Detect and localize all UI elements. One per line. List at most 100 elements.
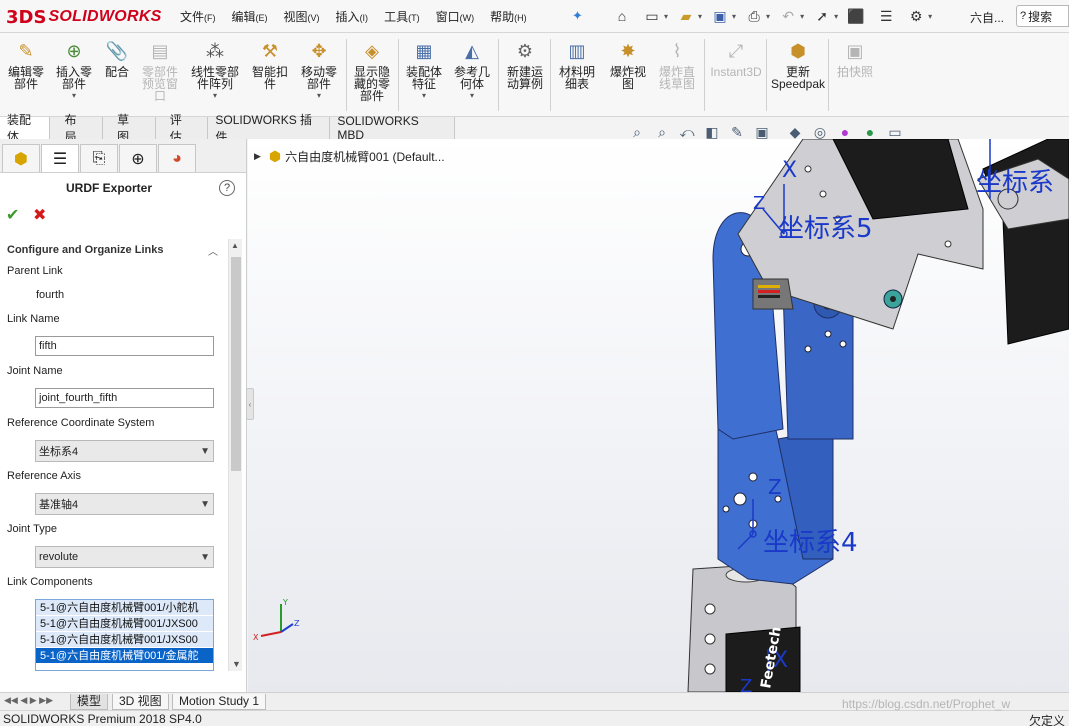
- search-input[interactable]: ? 搜索: [1016, 5, 1069, 27]
- joint-type-value: revolute: [39, 551, 79, 563]
- list-item[interactable]: 5-1@六自由度机械臂001/JXS00: [36, 616, 213, 632]
- explode-line-sketch-button[interactable]: ⌇ 爆炸直 线草图: [654, 39, 700, 115]
- zoom-to-fit-icon[interactable]: ⌕: [626, 122, 648, 142]
- mate-button[interactable]: 📎 配合: [100, 39, 134, 115]
- chevron-down-icon[interactable]: ▾: [664, 12, 668, 21]
- link-name-input[interactable]: fifth: [35, 336, 214, 356]
- save-icon[interactable]: ▣: [708, 5, 732, 27]
- pin-icon[interactable]: ✦: [572, 8, 583, 24]
- hide-show-icon[interactable]: ◎: [809, 122, 831, 142]
- tab-layout[interactable]: 布局: [50, 113, 104, 144]
- menu-view[interactable]: 视图(V): [284, 8, 320, 25]
- chevron-down-icon[interactable]: ▾: [766, 12, 770, 21]
- menu-window[interactable]: 窗口(W): [436, 8, 475, 25]
- file-properties-icon[interactable]: ☰: [874, 5, 898, 27]
- menu-edit[interactable]: 编辑(E): [232, 8, 268, 25]
- scroll-down-icon[interactable]: ▼: [232, 659, 241, 669]
- graphics-viewport[interactable]: 坐标系5 坐标系4 坐标系 X Z X Z X Z Feetech: [248, 139, 1069, 692]
- open-folder-icon[interactable]: ▰: [674, 5, 698, 27]
- section-view-icon[interactable]: ◧: [701, 122, 723, 142]
- scene-icon[interactable]: ●: [859, 122, 881, 142]
- tab-3d-views[interactable]: 3D 视图: [112, 694, 169, 710]
- update-speedpak-button[interactable]: ⬢ 更新 Speedpak: [770, 39, 826, 115]
- undo-icon[interactable]: ↶: [776, 5, 800, 27]
- dynamic-annotation-icon[interactable]: ✎: [726, 122, 748, 142]
- list-item[interactable]: 5-1@六自由度机械臂001/金属舵: [36, 648, 213, 664]
- bom-button[interactable]: ▥ 材料明 细表: [554, 39, 600, 115]
- joint-name-input[interactable]: joint_fourth_fifth: [35, 388, 214, 408]
- chevron-down-icon[interactable]: ▾: [213, 91, 217, 100]
- joint-type-select[interactable]: revolute ▼: [35, 546, 214, 568]
- tab-model[interactable]: 模型: [70, 694, 109, 710]
- smart-fastener-button[interactable]: ⚒ 智能扣 件: [248, 39, 292, 115]
- print-icon[interactable]: ⎙: [742, 5, 766, 27]
- chevron-down-icon[interactable]: ▾: [800, 12, 804, 21]
- rebuild-traffic-light-icon[interactable]: ⬛: [844, 5, 868, 27]
- property-manager-tab-icon[interactable]: ☰: [41, 144, 79, 172]
- list-item[interactable]: 5-1@六自由度机械臂001/小舵机: [36, 600, 213, 616]
- panel-scrollbar[interactable]: ▲ ▼: [228, 239, 242, 671]
- panel-collapse-handle[interactable]: ‹: [246, 388, 254, 420]
- scrollbar-thumb[interactable]: [231, 257, 241, 471]
- list-item[interactable]: 5-1@六自由度机械臂001/JXS00: [36, 632, 213, 648]
- chevron-down-icon[interactable]: ▾: [732, 12, 736, 21]
- display-style-icon[interactable]: ◆: [784, 122, 806, 142]
- ref-axis-select[interactable]: 基准轴4 ▼: [35, 493, 214, 515]
- menu-tools[interactable]: 工具(T): [384, 8, 420, 25]
- robot-arm-model[interactable]: 坐标系5 坐标系4 坐标系 X Z X Z X Z Feetech: [248, 139, 1069, 692]
- chevron-down-icon[interactable]: ▾: [928, 12, 932, 21]
- instant3d-button[interactable]: ⤢ Instant3D: [708, 39, 764, 115]
- edit-appearance-icon[interactable]: ●: [834, 122, 856, 142]
- insert-component-button[interactable]: ⊕ 插入零 部件 ▾: [52, 39, 96, 115]
- tab-solidworks-mbd[interactable]: SOLIDWORKS MBD: [330, 114, 455, 142]
- reference-geometry-button[interactable]: ◭ 参考几 何体 ▾: [450, 39, 494, 115]
- chevron-down-icon[interactable]: ▾: [698, 12, 702, 21]
- ref-axis-value: 基准轴4: [39, 499, 79, 511]
- ref-coordinate-system-select[interactable]: 坐标系4 ▼: [35, 440, 214, 462]
- feature-tree-root[interactable]: ▶ ⬢ 六自由度机械臂001 (Default...: [254, 148, 445, 165]
- ok-check-icon[interactable]: ✔: [6, 205, 19, 225]
- scroll-up-icon[interactable]: ▲: [231, 241, 239, 250]
- chevron-down-icon[interactable]: ▾: [470, 91, 474, 100]
- snapshot-button[interactable]: ▣ 拍快照: [832, 39, 878, 115]
- edit-component-button[interactable]: ✎ 编辑零 部件: [6, 39, 46, 115]
- tab-assembly[interactable]: 装配体: [0, 113, 51, 144]
- select-pointer-icon[interactable]: ➚: [810, 5, 834, 27]
- chevron-down-icon[interactable]: ▾: [72, 91, 76, 100]
- preview-window-button[interactable]: ▤ 零部件 预览窗 口: [138, 39, 182, 115]
- help-icon[interactable]: ?: [219, 180, 235, 196]
- home-icon[interactable]: ⌂: [610, 5, 634, 27]
- move-component-button[interactable]: ✥ 移动零 部件 ▾: [296, 39, 342, 115]
- previous-view-icon[interactable]: ⤺: [676, 122, 698, 142]
- configuration-manager-tab-icon[interactable]: ⎘: [80, 144, 118, 172]
- view-orientation-icon[interactable]: ▣: [751, 122, 773, 142]
- tab-evaluate[interactable]: 评估: [156, 113, 209, 144]
- chevron-down-icon[interactable]: ▾: [834, 12, 838, 21]
- chevron-up-icon[interactable]: ︿: [208, 243, 218, 258]
- feature-manager-tab-icon[interactable]: ⬢: [2, 144, 40, 172]
- view-settings-icon[interactable]: ▭: [884, 122, 906, 142]
- link-components-list[interactable]: 5-1@六自由度机械臂001/小舵机 5-1@六自由度机械臂001/JXS00 …: [35, 599, 214, 671]
- tab-nav-arrows-icon[interactable]: ◀◀ ◀ ▶ ▶▶: [4, 695, 53, 706]
- new-motion-study-button[interactable]: ⚙ 新建运 动算例: [502, 39, 548, 115]
- menu-file[interactable]: 文件(F): [180, 8, 216, 25]
- tab-sketch[interactable]: 草图: [103, 113, 156, 144]
- cancel-x-icon[interactable]: ✖: [33, 205, 46, 225]
- chevron-down-icon[interactable]: ▾: [422, 91, 426, 100]
- options-gear-icon[interactable]: ⚙: [904, 5, 928, 27]
- exploded-view-button[interactable]: ✸ 爆炸视 图: [606, 39, 650, 115]
- solidworks-logo[interactable]: 3DS SOLIDWORKS: [6, 6, 162, 28]
- expand-arrow-icon[interactable]: ▶: [254, 151, 261, 162]
- zoom-area-icon[interactable]: ⌕: [651, 122, 673, 142]
- new-document-icon[interactable]: ▭: [640, 5, 664, 27]
- assembly-feature-button[interactable]: ▦ 装配体 特征 ▾: [402, 39, 446, 115]
- linear-pattern-button[interactable]: ⁂ 线性零部 件阵列 ▾: [186, 39, 244, 115]
- menu-insert[interactable]: 插入(I): [336, 8, 369, 25]
- dimxpert-manager-tab-icon[interactable]: ⊕: [119, 144, 157, 172]
- display-manager-tab-icon[interactable]: ◕: [158, 144, 196, 172]
- tab-motion-study[interactable]: Motion Study 1: [172, 694, 267, 710]
- menu-help[interactable]: 帮助(H): [490, 8, 527, 25]
- chevron-down-icon[interactable]: ▾: [317, 91, 321, 100]
- tab-solidworks-addins[interactable]: SOLIDWORKS 插件: [208, 113, 331, 144]
- show-hidden-components-button[interactable]: ◈ 显示隐 藏的零 部件: [350, 39, 394, 115]
